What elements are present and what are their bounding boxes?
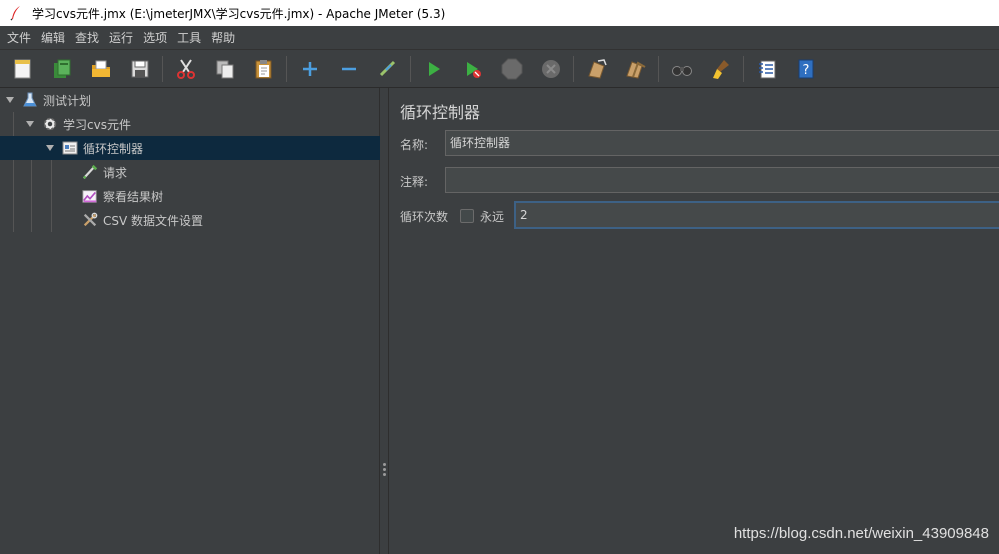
comment-field[interactable] <box>445 167 999 193</box>
menu-run[interactable]: 运行 <box>104 26 138 50</box>
toolbar-separator <box>286 55 287 82</box>
toolbar-separator <box>573 55 574 82</box>
jmeter-feather-icon <box>8 5 24 21</box>
test-plan-icon <box>22 92 38 108</box>
menu-bar: 文件 编辑 查找 运行 选项 工具 帮助 <box>0 26 999 50</box>
menu-search[interactable]: 查找 <box>70 26 104 50</box>
toolbar: ? <box>0 50 999 88</box>
expand-arrow-icon[interactable] <box>26 121 34 127</box>
stop-icon[interactable] <box>497 54 527 84</box>
watermark: https://blog.csdn.net/weixin_43909848 <box>733 525 989 542</box>
templates-icon[interactable] <box>47 54 77 84</box>
tree-item-label: 察看结果树 <box>103 189 164 204</box>
name-field[interactable]: 循环控制器 <box>445 130 999 156</box>
config-icon <box>82 212 98 228</box>
menu-options[interactable]: 选项 <box>138 26 172 50</box>
toolbar-separator <box>743 55 744 82</box>
cut-icon[interactable] <box>171 54 201 84</box>
tree-guide-line <box>13 112 14 232</box>
tree-item-label: 学习cvs元件 <box>63 117 131 132</box>
tree-item-label: 测试计划 <box>43 93 92 108</box>
tree-item-thread-group[interactable]: 学习cvs元件 <box>26 112 131 136</box>
tree-item-label: 循环控制器 <box>83 141 144 156</box>
menu-file[interactable]: 文件 <box>2 26 36 50</box>
sampler-icon <box>82 164 98 180</box>
comment-label: 注释: <box>400 175 429 189</box>
thread-group-icon <box>42 116 58 132</box>
clear-all-icon[interactable] <box>621 54 651 84</box>
tree-panel: 测试计划 学习cvs元件 循环控制器 请求 察看结果树 CSV 数据文件设置 <box>0 88 380 554</box>
remove-icon[interactable] <box>334 54 364 84</box>
open-icon[interactable] <box>86 54 116 84</box>
expand-arrow-icon[interactable] <box>6 97 14 103</box>
save-icon[interactable] <box>125 54 155 84</box>
svg-text:?: ? <box>803 63 810 78</box>
function-helper-icon[interactable] <box>752 54 782 84</box>
expand-arrow-icon[interactable] <box>46 145 54 151</box>
forever-checkbox[interactable] <box>460 209 474 223</box>
splitter-grip-icon[interactable] <box>383 463 387 477</box>
panel-splitter[interactable] <box>381 88 389 554</box>
new-icon[interactable] <box>8 54 38 84</box>
tree-item-view-results[interactable]: 察看结果树 <box>82 184 163 208</box>
start-no-pause-icon[interactable] <box>458 54 488 84</box>
tree-item-label: 请求 <box>103 165 128 180</box>
menu-tools[interactable]: 工具 <box>172 26 206 50</box>
tree-item-test-plan[interactable]: 测试计划 <box>6 88 91 112</box>
tree-guide-line <box>51 160 52 232</box>
start-icon[interactable] <box>419 54 449 84</box>
title-bar: 学习cvs元件.jmx (E:\jmeterJMX\学习cvs元件.jmx) -… <box>0 0 999 26</box>
add-icon[interactable] <box>295 54 325 84</box>
clear-icon[interactable] <box>582 54 612 84</box>
paste-icon[interactable] <box>249 54 279 84</box>
toolbar-separator <box>658 55 659 82</box>
loop-count-label: 循环次数 <box>400 210 449 224</box>
menu-help[interactable]: 帮助 <box>206 26 240 50</box>
loop-controller-icon <box>62 140 78 156</box>
panel-title: 循环控制器 <box>400 103 481 122</box>
shutdown-icon[interactable] <box>536 54 566 84</box>
toolbar-separator <box>410 55 411 82</box>
search-icon[interactable] <box>667 54 697 84</box>
loop-controller-panel: 循环控制器 名称: 循环控制器 注释: 循环次数 永远 2 <box>390 88 999 554</box>
loop-count-field[interactable]: 2 <box>514 201 999 229</box>
listener-icon <box>82 188 98 204</box>
toolbar-separator <box>162 55 163 82</box>
toggle-icon[interactable] <box>373 54 403 84</box>
help-icon[interactable]: ? <box>791 54 821 84</box>
copy-icon[interactable] <box>210 54 240 84</box>
menu-edit[interactable]: 编辑 <box>36 26 70 50</box>
tree-item-loop-controller[interactable]: 循环控制器 <box>0 136 380 160</box>
tree-item-request[interactable]: 请求 <box>82 160 127 184</box>
forever-label[interactable]: 永远 <box>480 208 504 225</box>
name-label: 名称: <box>400 138 429 152</box>
tree-item-label: CSV 数据文件设置 <box>103 213 204 228</box>
tree-item-csv-config[interactable]: CSV 数据文件设置 <box>82 208 203 232</box>
reset-search-icon[interactable] <box>706 54 736 84</box>
window-title: 学习cvs元件.jmx (E:\jmeterJMX\学习cvs元件.jmx) -… <box>32 6 446 21</box>
